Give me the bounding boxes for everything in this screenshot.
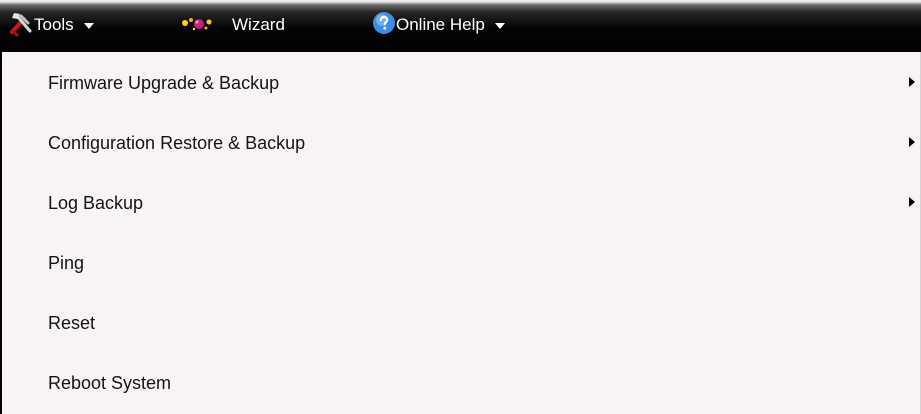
chevron-down-icon [494,23,505,29]
help-icon [372,11,396,40]
menu-item-reset[interactable]: Reset [2,292,918,352]
menu-item-label: Ping [48,253,85,273]
wizard-button[interactable]: Wizard [180,12,285,38]
wizard-icon [180,13,214,38]
wizard-label: Wizard [232,15,285,34]
chevron-down-icon [83,23,94,29]
menu-item-label: Firmware Upgrade & Backup [48,73,280,93]
menu-item-label: Log Backup [48,193,144,213]
tools-dropdown-menu: Firmware Upgrade & Backup Configuration … [0,52,921,414]
menu-item-reboot-system[interactable]: Reboot System [2,352,918,412]
submenu-arrow-icon [909,137,915,147]
top-toolbar: Tools Wizard Online Help [0,0,921,52]
menu-item-configuration-restore-backup[interactable]: Configuration Restore & Backup [2,112,918,172]
menu-item-label: Reboot System [48,373,172,393]
tools-menu-button[interactable]: Tools [8,12,94,38]
online-help-label: Online Help [396,15,485,34]
menu-item-firmware-upgrade-backup[interactable]: Firmware Upgrade & Backup [2,52,918,112]
online-help-menu-button[interactable]: Online Help [372,11,505,40]
menu-item-label: Reset [48,313,96,333]
menu-item-ping[interactable]: Ping [2,232,918,292]
submenu-arrow-icon [909,197,915,207]
submenu-arrow-icon [909,77,915,87]
tools-icon [8,10,34,41]
tools-label: Tools [34,15,74,34]
menu-item-label: Configuration Restore & Backup [48,133,306,153]
menu-item-log-backup[interactable]: Log Backup [2,172,918,232]
